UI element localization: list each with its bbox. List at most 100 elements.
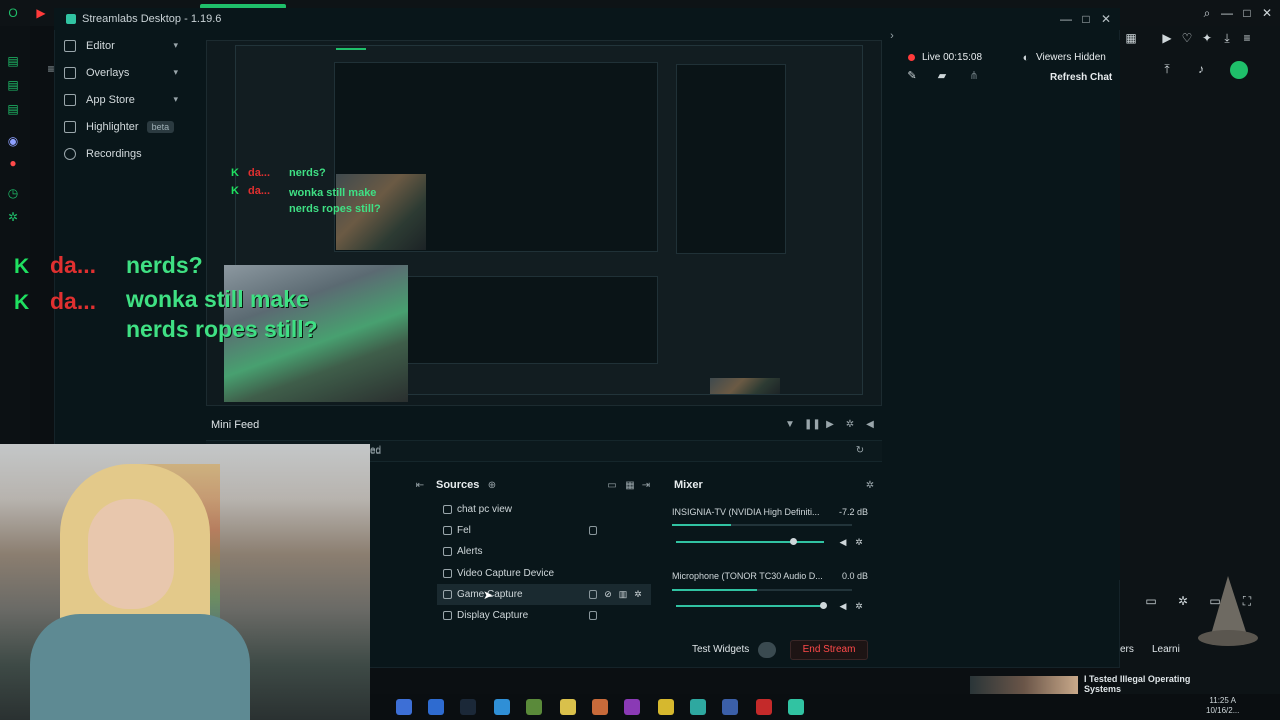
source-label: Display Capture bbox=[457, 610, 529, 621]
opera-icon[interactable] bbox=[756, 699, 772, 715]
chart-icon[interactable]: ▤ bbox=[6, 78, 20, 92]
youtube-icon[interactable]: ▶ bbox=[34, 6, 48, 20]
source-item[interactable]: Display Capture bbox=[437, 605, 651, 626]
lock-icon[interactable] bbox=[589, 611, 597, 620]
chat-username: da... bbox=[50, 288, 97, 314]
youtube-video-title[interactable]: I Tested Illegal Operating Systems bbox=[1084, 674, 1194, 694]
visibility-icon[interactable]: ⊘ bbox=[603, 589, 613, 599]
puzzle-icon[interactable]: ✦ bbox=[1200, 31, 1214, 45]
pause-icon[interactable]: ❚❚ bbox=[804, 419, 821, 431]
gear-icon[interactable]: ✲ bbox=[854, 601, 864, 611]
play-icon[interactable]: ▶ bbox=[1160, 31, 1174, 45]
avatar[interactable] bbox=[1230, 61, 1248, 79]
app-icon[interactable] bbox=[592, 699, 608, 715]
captions-icon[interactable]: ▭ bbox=[1144, 594, 1158, 608]
download-icon[interactable]: ⤓ bbox=[1220, 31, 1234, 45]
sources-title: Sources bbox=[436, 479, 480, 491]
search-icon[interactable]: ⌕ bbox=[1200, 6, 1214, 20]
volume-slider-knob[interactable] bbox=[820, 602, 827, 609]
extension-icon[interactable]: ▦ bbox=[1124, 31, 1138, 45]
heart-icon[interactable]: ♡ bbox=[1180, 31, 1194, 45]
app-icon[interactable] bbox=[560, 699, 576, 715]
source-item[interactable]: Fel bbox=[437, 520, 651, 541]
bell-icon[interactable]: ♪ bbox=[1194, 62, 1208, 76]
source-item[interactable]: chat pc view bbox=[437, 499, 651, 520]
collapse-icon[interactable]: ⇤ bbox=[414, 480, 426, 492]
trash-icon[interactable]: ▥ bbox=[618, 589, 628, 599]
edit-icon[interactable]: ✎ bbox=[906, 70, 918, 82]
mouse-cursor-icon: ➤ bbox=[483, 588, 494, 602]
app-icon[interactable] bbox=[722, 699, 738, 715]
end-stream-button[interactable]: End Stream bbox=[790, 640, 868, 660]
app-icon[interactable] bbox=[428, 699, 444, 715]
chart-icon[interactable]: ▤ bbox=[6, 102, 20, 116]
sidebar-item-highlighter[interactable]: Highlighter beta bbox=[56, 115, 186, 139]
steam-icon[interactable] bbox=[460, 699, 476, 715]
close-icon[interactable]: ✕ bbox=[1260, 6, 1274, 20]
gear-icon[interactable]: ✲ bbox=[6, 210, 20, 224]
lock-icon[interactable] bbox=[589, 590, 597, 599]
lock-icon[interactable] bbox=[589, 526, 597, 535]
chat-username: da... bbox=[248, 167, 271, 179]
viewers-toggle[interactable]: Viewers Hidden bbox=[1036, 52, 1106, 63]
youtube-thumbnail[interactable] bbox=[970, 676, 1078, 696]
minimize-icon[interactable]: — bbox=[1058, 12, 1074, 26]
streamer-webcam bbox=[0, 444, 370, 720]
skip-icon[interactable]: ▶ bbox=[824, 419, 836, 431]
refresh-icon[interactable]: ↻ bbox=[854, 445, 866, 457]
minimize-icon[interactable]: — bbox=[1220, 6, 1234, 20]
upload-icon[interactable]: ⤒ bbox=[1160, 62, 1174, 76]
audio-meter bbox=[672, 589, 852, 591]
mixer-settings-icon[interactable]: ✲ bbox=[864, 480, 876, 492]
sidebar-item-overlays[interactable]: Overlays ▾ bbox=[56, 61, 186, 85]
app-icon[interactable] bbox=[526, 699, 542, 715]
refresh-chat-button[interactable]: Refresh Chat bbox=[1050, 72, 1112, 83]
clock-icon[interactable]: ◷ bbox=[6, 186, 20, 200]
share-icon[interactable]: ⋔ bbox=[968, 70, 980, 82]
settings-icon[interactable]: ✲ bbox=[844, 419, 856, 431]
gear-icon[interactable]: ✲ bbox=[633, 589, 643, 599]
sidebar-item-recordings[interactable]: Recordings bbox=[56, 142, 186, 166]
folder-icon[interactable]: ▭ bbox=[606, 480, 618, 492]
camera-icon[interactable]: ▰ bbox=[936, 70, 948, 82]
sidebar-item-app-store[interactable]: App Store ▾ bbox=[56, 88, 186, 112]
beta-badge: beta bbox=[146, 121, 175, 133]
source-item[interactable]: Alerts bbox=[437, 541, 651, 562]
volume-slider-track[interactable] bbox=[676, 605, 824, 607]
record-icon[interactable]: ● bbox=[6, 156, 20, 170]
menu-icon[interactable]: ≡ bbox=[1240, 31, 1254, 45]
streamlabs-icon[interactable] bbox=[788, 699, 804, 715]
speaker-icon[interactable]: ◀ bbox=[838, 601, 848, 611]
mute-icon[interactable]: ◀ bbox=[864, 419, 876, 431]
app-icon[interactable] bbox=[658, 699, 674, 715]
maximize-icon[interactable]: □ bbox=[1240, 6, 1254, 20]
gear-icon[interactable]: ✲ bbox=[1176, 594, 1190, 608]
add-source-icon[interactable]: ⊕ bbox=[486, 480, 498, 492]
mini-feed-title: Mini Feed bbox=[211, 419, 260, 431]
telegram-icon[interactable] bbox=[494, 699, 510, 715]
youtube-chip[interactable]: ers bbox=[1120, 644, 1134, 655]
maximize-icon[interactable]: □ bbox=[1078, 12, 1094, 26]
record-toggle[interactable] bbox=[758, 642, 776, 658]
mixer-channel-db: 0.0 dB bbox=[841, 571, 868, 581]
app-icon[interactable] bbox=[624, 699, 640, 715]
chevron-right-icon[interactable]: › bbox=[886, 30, 898, 42]
filter-icon[interactable]: ▼ bbox=[784, 419, 796, 431]
source-item[interactable]: Video Capture Device bbox=[437, 563, 651, 584]
live-indicator bbox=[908, 54, 915, 61]
chart-icon[interactable]: ▤ bbox=[6, 54, 20, 68]
volume-slider-track[interactable] bbox=[676, 541, 824, 543]
gear-icon[interactable]: ✲ bbox=[854, 537, 864, 547]
sidebar-item-editor[interactable]: Editor ▾ bbox=[56, 34, 186, 58]
test-widgets-button[interactable]: Test Widgets bbox=[692, 644, 749, 655]
discord-icon[interactable]: ◉ bbox=[6, 134, 20, 148]
youtube-chip-learning[interactable]: Learni bbox=[1152, 644, 1180, 655]
speaker-icon[interactable]: ◀ bbox=[838, 537, 848, 547]
source-item[interactable]: Game Capture ⊘ ▥ ✲ bbox=[437, 584, 651, 605]
app-icon[interactable] bbox=[396, 699, 412, 715]
clock-date: 10/16/2... bbox=[1206, 706, 1240, 715]
opera-icon[interactable]: O bbox=[6, 6, 20, 20]
app-icon[interactable] bbox=[690, 699, 706, 715]
group-icon[interactable]: ▦ bbox=[624, 480, 636, 492]
close-icon[interactable]: ✕ bbox=[1098, 12, 1114, 26]
